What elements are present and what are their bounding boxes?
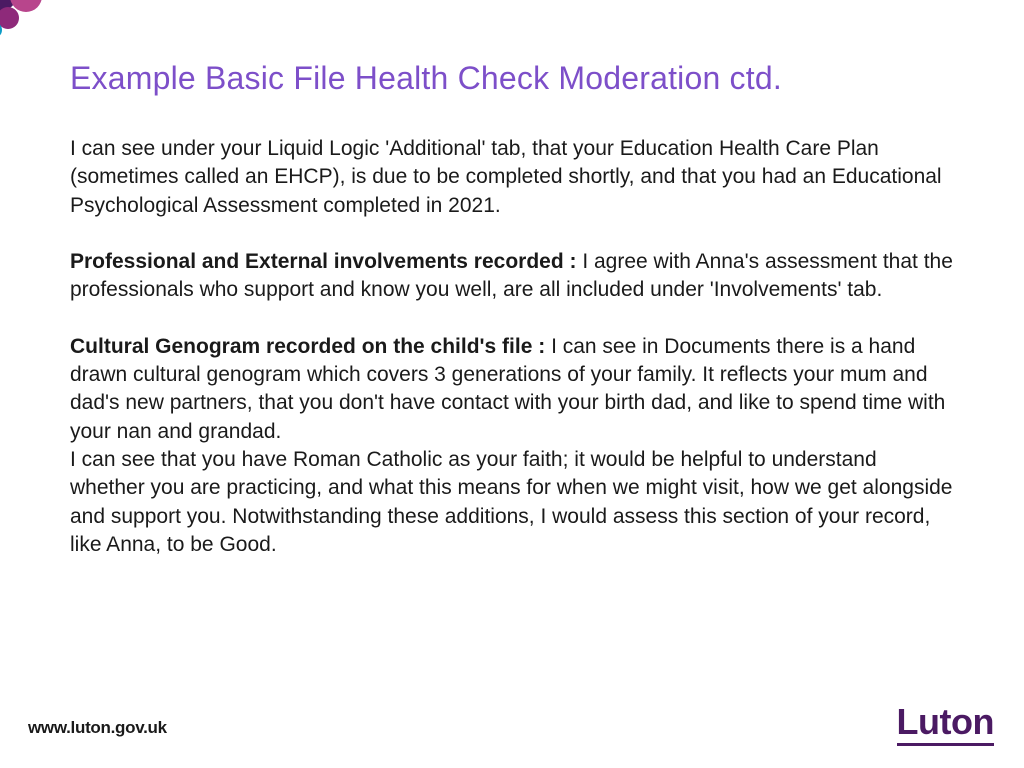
brand-underline [897,743,994,746]
paragraph-intro: I can see under your Liquid Logic 'Addit… [70,135,954,220]
paragraph-professional: Professional and External involvements r… [70,248,954,305]
text-genogram-2: I can see that you have Roman Catholic a… [70,448,952,556]
slide-title: Example Basic File Health Check Moderati… [70,60,954,97]
footer-url: www.luton.gov.uk [28,718,167,738]
brand-name: Luton [897,704,994,740]
slide-content: Example Basic File Health Check Moderati… [0,0,1024,559]
bold-label-genogram: Cultural Genogram recorded on the child'… [70,335,551,358]
paragraph-genogram: Cultural Genogram recorded on the child'… [70,333,954,560]
decorative-circles-icon [0,0,70,50]
slide-body: I can see under your Liquid Logic 'Addit… [70,135,954,559]
bold-label-professional: Professional and External involvements r… [70,250,582,273]
footer-logo: Luton [897,704,994,746]
